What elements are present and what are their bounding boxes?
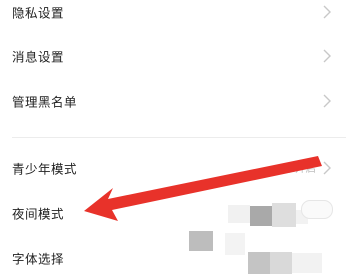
red-arrow-icon — [84, 156, 322, 221]
settings-screen: 隐私设置 消息设置 管理黑名单 青少年模式 未开启 夜间模式 字体选择 — [0, 0, 346, 279]
